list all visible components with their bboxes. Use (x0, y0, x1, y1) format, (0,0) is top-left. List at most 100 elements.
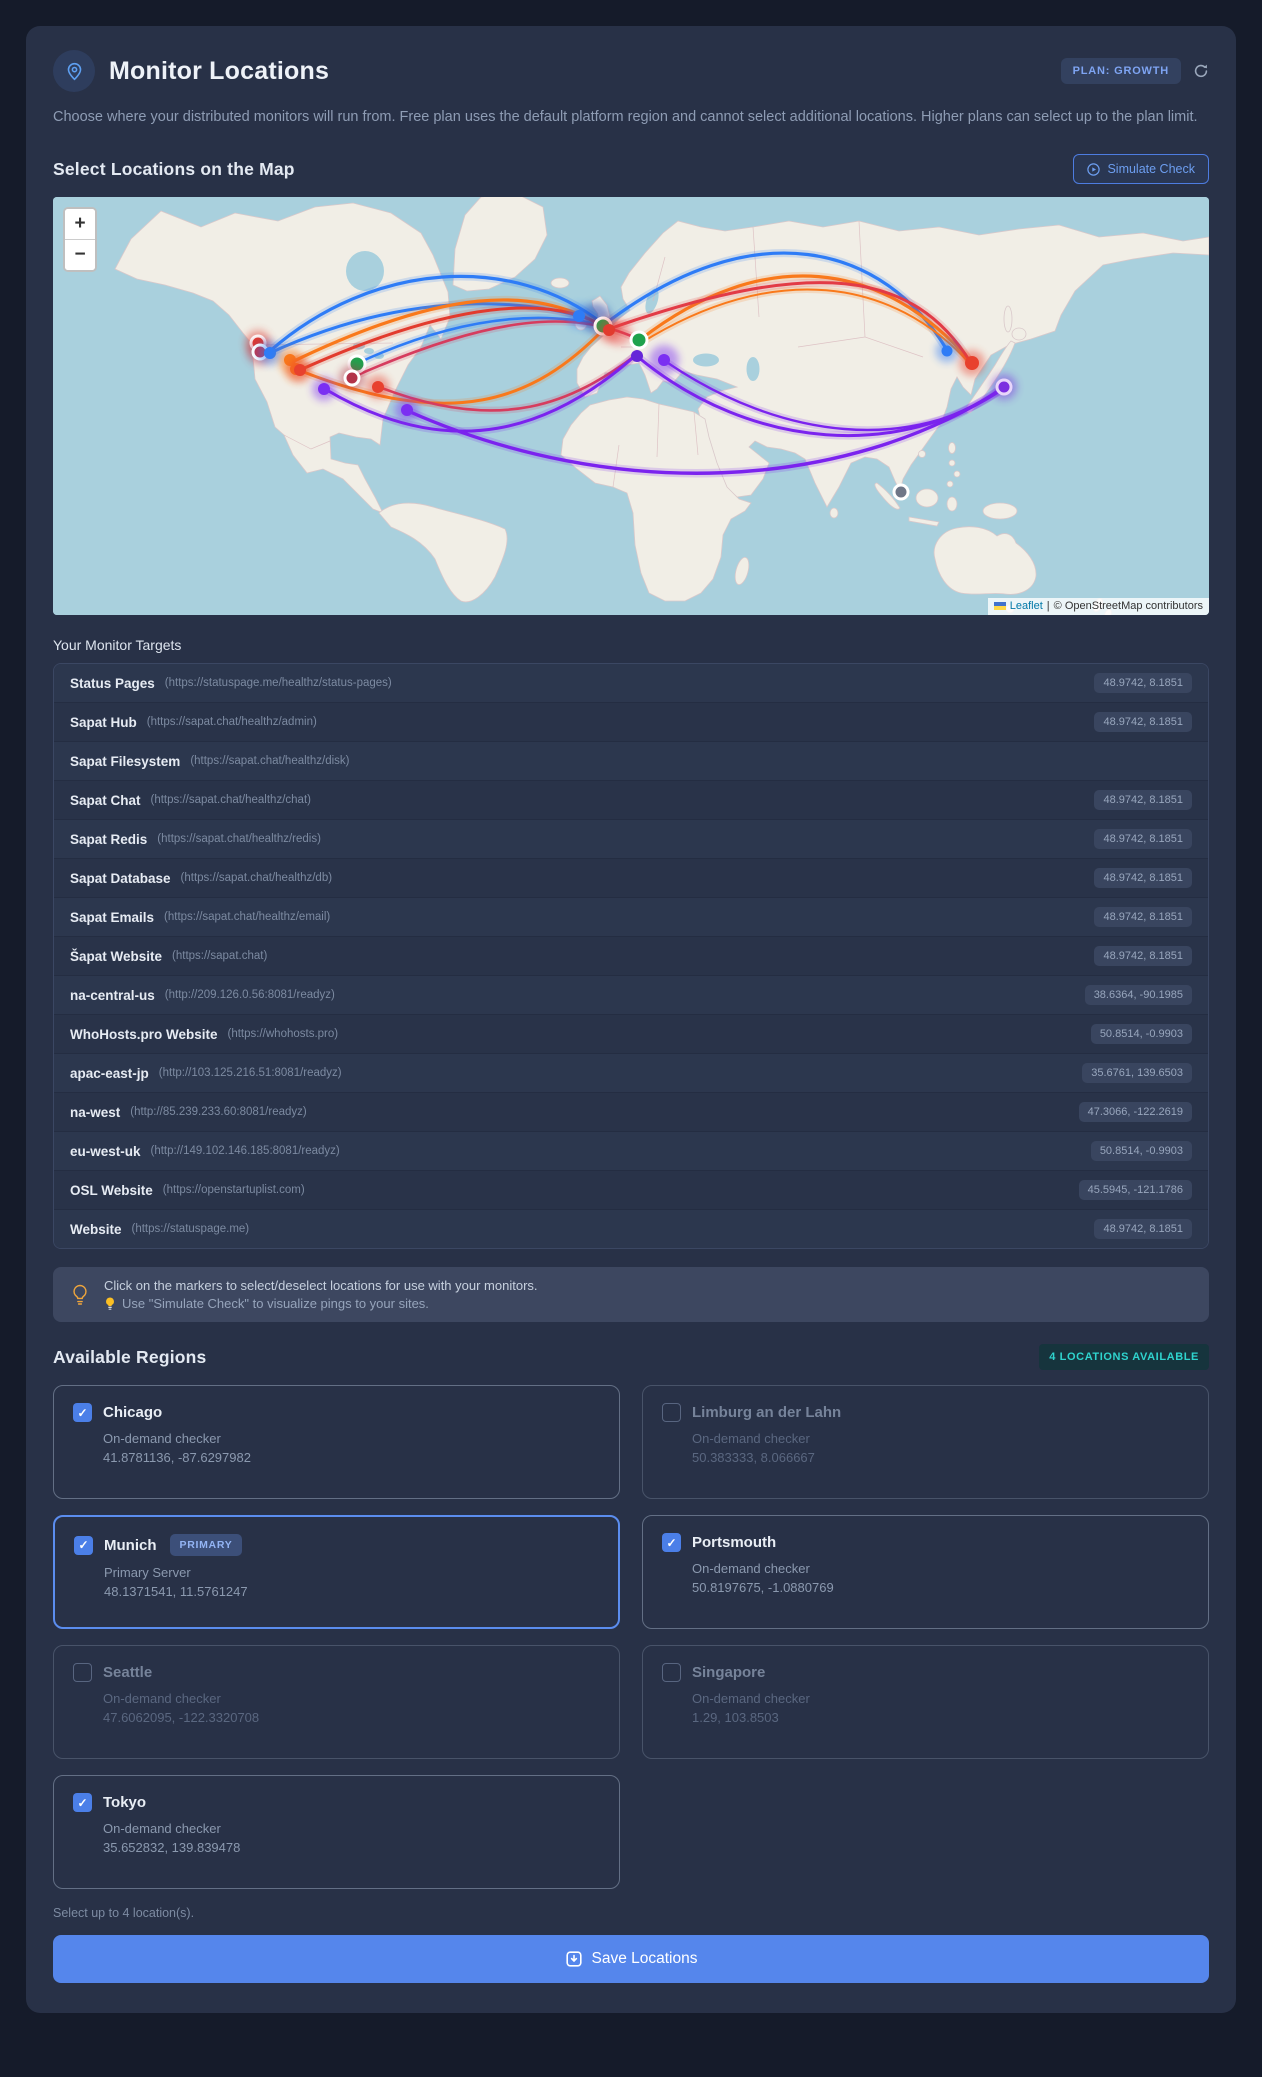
region-card-singapore[interactable]: Singapore On-demand checker 1.29, 103.8503 (642, 1645, 1209, 1760)
target-url: (http://85.239.233.60:8081/readyz) (130, 1106, 307, 1119)
world-map[interactable]: + − Leaflet | © OpenStreetMap contributo… (53, 197, 1209, 616)
map-marker[interactable] (401, 404, 413, 417)
regions-heading: Available Regions (53, 1346, 207, 1367)
map-marker[interactable] (603, 324, 615, 337)
map-marker[interactable] (573, 310, 585, 323)
region-name: Munich (104, 1536, 157, 1554)
region-description: On-demand checker (103, 1691, 221, 1707)
region-card-limburg-an-der-lahn[interactable]: Limburg an der Lahn On-demand checker 50.3… (642, 1385, 1209, 1500)
region-coordinates: 1.29, 103.8503 (692, 1710, 779, 1726)
target-name: Sapat Emails (70, 909, 155, 925)
target-row: Sapat Emails (https://sapat.chat/healthz/… (54, 898, 1208, 938)
target-url: (https://sapat.chat/healthz/redis) (157, 833, 321, 846)
map-attribution: Leaflet | © OpenStreetMap contributors (987, 598, 1209, 616)
leaflet-link[interactable]: Leaflet (1010, 600, 1043, 612)
target-row: na-west (http://85.239.233.60:8081/readyz… (54, 1093, 1208, 1133)
map-marker[interactable] (343, 369, 361, 387)
osm-attribution[interactable]: © OpenStreetMap contributors (1054, 600, 1203, 612)
refresh-icon[interactable] (1193, 63, 1209, 79)
target-row: apac-east-jp (http://103.125.216.51:8081/… (54, 1054, 1208, 1094)
region-description: On-demand checker (103, 1431, 221, 1447)
region-description: On-demand checker (103, 1821, 221, 1837)
map-marker[interactable] (629, 330, 649, 350)
zoom-in-button[interactable]: + (65, 209, 95, 241)
map-marker[interactable] (892, 483, 910, 501)
target-name: Šapat Website (70, 948, 163, 964)
target-url: (https://sapat.chat/healthz/disk) (190, 755, 350, 768)
map-marker[interactable] (264, 347, 276, 360)
region-checkbox[interactable] (662, 1403, 681, 1423)
target-coords-badge: 48.9742, 8.1851 (1094, 829, 1192, 850)
region-checkbox[interactable]: ✓ (73, 1403, 92, 1423)
target-name: Status Pages (70, 675, 155, 691)
map-marker[interactable] (294, 364, 306, 377)
save-locations-button[interactable]: Save Locations (53, 1935, 1209, 1984)
map-marker[interactable] (318, 383, 330, 396)
target-url: (https://sapat.chat/healthz/db) (180, 872, 333, 885)
map-marker[interactable] (631, 350, 643, 363)
target-name: Sapat Hub (70, 714, 137, 730)
target-row: eu-west-uk (http://149.102.146.185:8081/r… (54, 1132, 1208, 1172)
target-url: (http://149.102.146.185:8081/readyz) (150, 1145, 340, 1158)
map-marker[interactable] (995, 378, 1013, 396)
target-coords-badge: 48.9742, 8.1851 (1094, 907, 1192, 928)
region-card-chicago[interactable]: ✓ Chicago On-demand checker 41.8781136, -87… (53, 1385, 620, 1500)
map-marker[interactable] (372, 381, 384, 394)
region-checkbox[interactable] (662, 1663, 681, 1683)
location-pin-icon (53, 50, 95, 92)
target-row: na-central-us (http://209.126.0.56:8081/r… (54, 976, 1208, 1016)
target-coords-badge: 48.9742, 8.1851 (1094, 868, 1192, 889)
region-coordinates: 50.8197675, -1.0880769 (692, 1580, 834, 1596)
target-url: (https://sapat.chat/healthz/email) (164, 911, 331, 924)
target-coords-badge: 50.8514, -0.9903 (1090, 1024, 1192, 1045)
region-checkbox[interactable] (73, 1663, 92, 1683)
targets-heading: Your Monitor Targets (53, 637, 182, 654)
target-row: Sapat Redis (https://sapat.chat/healthz/r… (54, 820, 1208, 860)
target-name: Sapat Chat (70, 792, 141, 808)
target-name: Sapat Filesystem (70, 753, 181, 769)
target-url: (http://209.126.0.56:8081/readyz) (164, 989, 335, 1002)
region-card-tokyo[interactable]: ✓ Tokyo On-demand checker 35.652832, 139.83… (53, 1775, 620, 1890)
region-name: Limburg an der Lahn (692, 1404, 842, 1422)
region-coordinates: 47.6062095, -122.3320708 (103, 1710, 260, 1726)
target-coords-badge: 48.9742, 8.1851 (1094, 673, 1192, 694)
region-card-munich[interactable]: ✓ Munich PRIMARY Primary Server 48.1371541, … (53, 1515, 620, 1630)
region-checkbox[interactable]: ✓ (662, 1533, 681, 1553)
panel-header: Monitor Locations PLAN: GROWTH (53, 50, 1209, 92)
region-name: Chicago (103, 1404, 163, 1422)
page-title: Monitor Locations (109, 56, 330, 85)
ukraine-flag-icon (993, 602, 1006, 611)
region-coordinates: 41.8781136, -87.6297982 (103, 1450, 251, 1466)
region-card-seattle[interactable]: Seattle On-demand checker 47.6062095, -122… (53, 1645, 620, 1760)
region-name: Tokyo (103, 1794, 147, 1812)
map-marker[interactable] (941, 345, 953, 357)
target-url: (https://statuspage.me) (131, 1223, 250, 1236)
target-name: Sapat Database (70, 870, 171, 886)
target-name: apac-east-jp (70, 1065, 149, 1081)
attribution-separator: | (1046, 600, 1050, 613)
map-marker[interactable] (965, 356, 979, 371)
region-checkbox[interactable]: ✓ (74, 1535, 93, 1555)
locations-available-badge: 4 LOCATIONS AVAILABLE (1039, 1344, 1209, 1371)
target-name: Sapat Redis (70, 831, 148, 847)
region-card-portsmouth[interactable]: ✓ Portsmouth On-demand checker 50.8197675, … (642, 1515, 1209, 1630)
target-url: (https://statuspage.me/healthz/status-pa… (164, 677, 392, 690)
map-marker[interactable] (658, 354, 670, 367)
lightbulb-icon (73, 1284, 87, 1305)
target-name: eu-west-uk (70, 1143, 141, 1159)
region-checkbox[interactable]: ✓ (73, 1793, 92, 1813)
primary-badge: PRIMARY (169, 1534, 243, 1557)
region-coordinates: 50.383333, 8.066667 (692, 1450, 815, 1466)
target-url: (https://openstartuplist.com) (162, 1184, 305, 1197)
zoom-out-button[interactable]: − (65, 240, 95, 271)
simulate-check-button[interactable]: Simulate Check (1073, 154, 1209, 185)
target-coords-badge: 45.5945, -121.1786 (1078, 1180, 1192, 1201)
page-description: Choose where your distributed monitors w… (53, 109, 1198, 125)
target-url: (https://whohosts.pro) (227, 1028, 339, 1041)
map-zoom-control: + − (63, 207, 97, 273)
target-row: OSL Website (https://openstartuplist.com)… (54, 1171, 1208, 1211)
tip-line-2: Use "Simulate Check" to visualize pings … (104, 1296, 538, 1311)
target-url: (https://sapat.chat/healthz/chat) (150, 794, 311, 807)
tip-line-1: Click on the markers to select/deselect … (104, 1278, 538, 1294)
regions-grid: ✓ Chicago On-demand checker 41.8781136, -87… (53, 1385, 1209, 1890)
